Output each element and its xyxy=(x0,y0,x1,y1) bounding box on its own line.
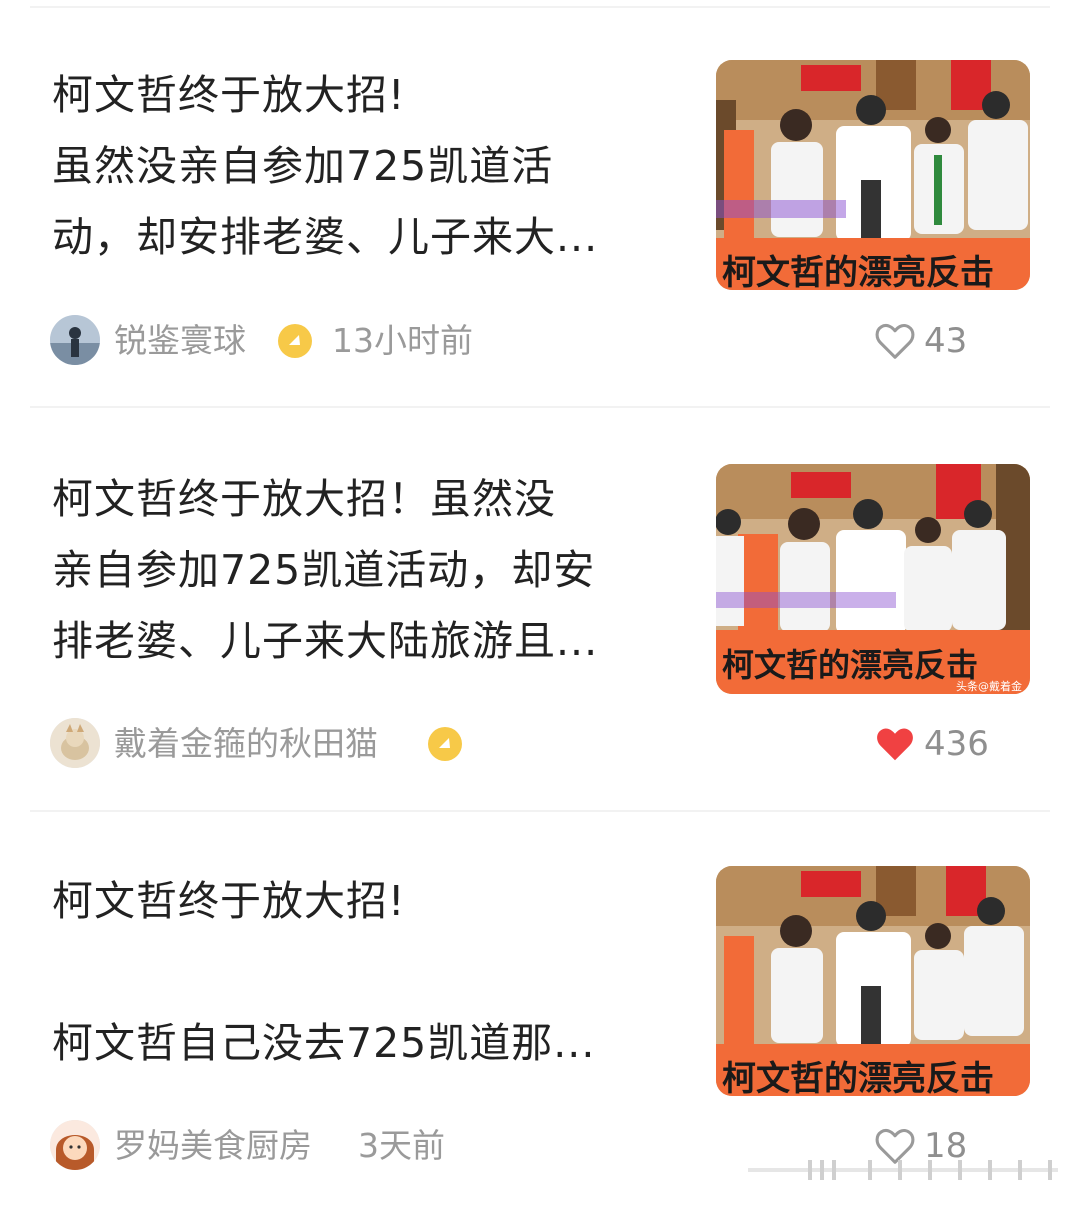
article-thumbnail[interactable]: 柯文哲的漂亮反击 xyxy=(716,60,1030,290)
heart-filled-icon[interactable] xyxy=(872,720,918,766)
publish-time: 13小时前 xyxy=(332,321,473,360)
thumbnail-image: 柯文哲的漂亮反击 xyxy=(716,60,1030,290)
like-count: 43 xyxy=(924,321,968,361)
article-meta: 锐鉴寰球 13小时前 43 xyxy=(50,315,1050,367)
thumbnail-caption: 柯文哲的漂亮反击 xyxy=(722,646,978,684)
author-name[interactable]: 戴着金箍的秋田猫 xyxy=(114,724,378,764)
like-count: 436 xyxy=(924,724,989,764)
verified-badge-icon xyxy=(278,324,312,358)
avatar-image xyxy=(50,1120,100,1170)
article-title[interactable]: 柯文哲终于放大招! 柯文哲自己没去725凯道那... xyxy=(52,866,682,1079)
feed-item[interactable]: 柯文哲终于放大招! 柯文哲自己没去725凯道那... 柯文哲的漂亮反击 罗妈美食… xyxy=(0,806,1080,1206)
author-avatar[interactable] xyxy=(50,1120,100,1170)
verified-badge-icon xyxy=(428,727,462,761)
thumbnail-image: 柯文哲的漂亮反击 头条@戴着金 xyxy=(716,464,1030,694)
article-meta: 戴着金箍的秋田猫 436 xyxy=(50,718,1050,770)
author-name[interactable]: 锐鉴寰球 xyxy=(114,321,246,361)
heart-outline-icon[interactable] xyxy=(872,317,918,363)
article-thumbnail[interactable]: 柯文哲的漂亮反击 头条@戴着金 xyxy=(716,464,1030,694)
avatar-image xyxy=(50,315,100,365)
bottom-overlay-strip xyxy=(748,1158,1058,1182)
thumbnail-watermark: 头条@戴着金 xyxy=(956,679,1022,693)
thumbnail-image: 柯文哲的漂亮反击 xyxy=(716,866,1030,1096)
author-name[interactable]: 罗妈美食厨房 xyxy=(114,1126,312,1166)
author-avatar[interactable] xyxy=(50,315,100,365)
publish-time: 3天前 xyxy=(358,1126,445,1165)
feed-item[interactable]: 柯文哲终于放大招! 虽然没亲自参加725凯道活 动，却安排老婆、儿子来大... xyxy=(0,0,1080,400)
avatar-image xyxy=(50,718,100,768)
thumbnail-caption: 柯文哲的漂亮反击 xyxy=(722,253,994,290)
article-title[interactable]: 柯文哲终于放大招! 虽然没亲自参加725凯道活 动，却安排老婆、儿子来大... xyxy=(52,60,682,273)
feed-item[interactable]: 柯文哲终于放大招！虽然没 亲自参加725凯道活动，却安 排老婆、儿子来大陆旅游且… xyxy=(0,404,1080,804)
article-title[interactable]: 柯文哲终于放大招！虽然没 亲自参加725凯道活动，却安 排老婆、儿子来大陆旅游且… xyxy=(52,464,682,677)
thumbnail-caption: 柯文哲的漂亮反击 xyxy=(722,1059,994,1096)
author-avatar[interactable] xyxy=(50,718,100,768)
article-thumbnail[interactable]: 柯文哲的漂亮反击 xyxy=(716,866,1030,1096)
